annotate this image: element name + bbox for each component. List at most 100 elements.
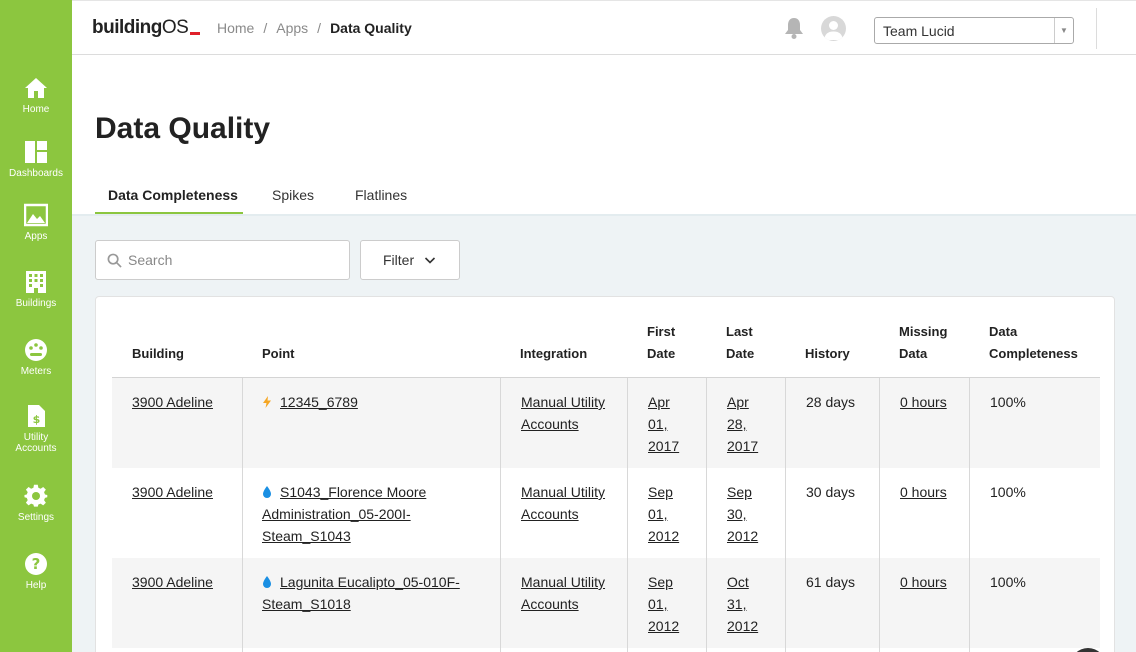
column-divider (879, 378, 880, 652)
breadcrumb-separator: / (263, 20, 268, 36)
column-header-point[interactable]: Point (262, 343, 295, 365)
building-icon (26, 271, 46, 293)
breadcrumb-apps[interactable]: Apps (276, 20, 308, 36)
filter-button[interactable]: Filter (360, 240, 460, 280)
logo-cursor-icon (190, 32, 201, 35)
integration-link[interactable]: Manual Utility Accounts (521, 394, 605, 432)
logo-text: building (92, 17, 162, 38)
sidebar-item-buildings[interactable]: Buildings (0, 270, 72, 309)
sidebar-item-help[interactable]: ? Help (0, 552, 72, 591)
water-drop-icon (263, 486, 271, 498)
completeness-value: 100% (990, 574, 1026, 590)
breadcrumb-separator: / (317, 20, 322, 36)
sidebar-item-label: Home (22, 104, 50, 115)
sidebar-item-label: Settings (17, 512, 55, 523)
point-link[interactable]: 12345_6789 (280, 394, 358, 410)
column-header-first-date[interactable]: First Date (647, 321, 687, 365)
column-divider (242, 378, 243, 652)
column-header-building[interactable]: Building (132, 343, 184, 365)
column-header-last-date[interactable]: Last Date (726, 321, 766, 365)
history-value: 61 days (806, 574, 856, 590)
search-icon (107, 253, 122, 268)
column-header-data-completeness[interactable]: Data Completeness (989, 321, 1089, 365)
column-divider (627, 378, 628, 652)
avatar[interactable] (821, 16, 846, 41)
last-date-link[interactable]: Oct 31, 2012 (727, 574, 758, 634)
sidebar-item-label: Buildings (15, 298, 57, 309)
apps-icon (24, 203, 48, 227)
column-header-missing-data[interactable]: Missing Data (899, 321, 959, 365)
search-box (95, 240, 350, 280)
chevron-down-icon (425, 257, 436, 264)
integration-link[interactable]: Manual Utility Accounts (521, 484, 605, 522)
page-header: Data Quality Data Completeness Spikes Fl… (72, 55, 1136, 216)
top-bar: buildingOS Home / Apps / Data Quality Te… (72, 0, 1136, 55)
tab-data-completeness[interactable]: Data Completeness (108, 187, 238, 203)
electricity-icon (263, 396, 271, 408)
building-link[interactable]: 3900 Adeline (132, 574, 213, 590)
sidebar-item-label: Apps (24, 231, 48, 242)
history-value: 30 days (806, 484, 856, 500)
utility-bill-icon: $ (28, 405, 45, 427)
water-drop-icon (263, 576, 271, 588)
notification-bell-icon[interactable] (782, 16, 806, 40)
filter-button-label: Filter (383, 252, 415, 268)
missing-data-link[interactable]: 0 hours (900, 484, 947, 500)
first-date-link[interactable]: Apr 01, 2017 (648, 394, 679, 454)
sidebar-item-label: Help (25, 580, 47, 591)
breadcrumb-home[interactable]: Home (217, 20, 254, 36)
team-select[interactable]: Team Lucid ▼ (874, 17, 1074, 44)
missing-data-link[interactable]: 0 hours (900, 574, 947, 590)
table-row: 3900 Adeline S1043_Florence Moore Admini… (112, 468, 1100, 558)
home-icon (25, 78, 47, 98)
team-select-value: Team Lucid (883, 23, 955, 39)
buildingos-logo[interactable]: buildingOS (92, 17, 201, 39)
completeness-value: 100% (990, 484, 1026, 500)
sidebar: Home Dashboards Apps Buildings Meters $ … (0, 0, 72, 652)
completeness-value: 100% (990, 394, 1026, 410)
building-link[interactable]: 3900 Adeline (132, 484, 213, 500)
sidebar-item-dashboards[interactable]: Dashboards (0, 140, 72, 179)
header-divider (72, 214, 1136, 216)
sidebar-item-apps[interactable]: Apps (0, 203, 72, 242)
meter-icon (25, 339, 47, 361)
chevron-down-icon: ▼ (1054, 18, 1073, 43)
logo-suffix: OS (161, 17, 189, 38)
sidebar-item-meters[interactable]: Meters (0, 338, 72, 377)
breadcrumb: Home / Apps / Data Quality (217, 20, 412, 36)
table-row: 3900 Adeline 12345_6789 Manual Utility A… (112, 378, 1100, 468)
breadcrumb-current: Data Quality (330, 20, 412, 36)
search-input[interactable] (128, 249, 338, 271)
first-date-link[interactable]: Sep 01, 2012 (648, 484, 679, 544)
data-completeness-table: Building Point Integration First Date La… (95, 296, 1115, 652)
user-avatar-icon (824, 21, 843, 40)
sidebar-item-home[interactable]: Home (0, 76, 72, 115)
help-icon: ? (25, 553, 47, 575)
topbar-divider (1096, 8, 1097, 49)
tab-flatlines[interactable]: Flatlines (355, 187, 407, 203)
missing-data-link[interactable]: 0 hours (900, 394, 947, 410)
gear-icon (24, 484, 48, 507)
integration-link[interactable]: Manual Utility Accounts (521, 574, 605, 612)
sidebar-item-label: Meters (20, 366, 52, 377)
sidebar-item-label: Utility Accounts (15, 432, 57, 454)
tab-spikes[interactable]: Spikes (272, 187, 314, 203)
point-link[interactable]: Lagunita Eucalipto_05-010F-Steam_S1018 (262, 574, 460, 612)
first-date-link[interactable]: Sep 01, 2012 (648, 574, 679, 634)
last-date-link[interactable]: Apr 28, 2017 (727, 394, 758, 454)
column-divider (785, 378, 786, 652)
last-date-link[interactable]: Sep 30, 2012 (727, 484, 758, 544)
column-divider (500, 378, 501, 652)
sidebar-item-utility-accounts[interactable]: $ Utility Accounts (0, 404, 72, 454)
point-link[interactable]: S1043_Florence Moore Administration_05-2… (262, 484, 426, 544)
building-link[interactable]: 3900 Adeline (132, 394, 213, 410)
column-header-integration[interactable]: Integration (520, 343, 587, 365)
column-header-history[interactable]: History (805, 343, 850, 365)
page-title: Data Quality (95, 112, 271, 145)
sidebar-item-label: Dashboards (9, 168, 63, 179)
table-row: 3900 Adeline Lagunita Eucalipto_05-010F-… (112, 558, 1100, 648)
svg-text:$: $ (33, 413, 41, 426)
sidebar-item-settings[interactable]: Settings (0, 484, 72, 523)
history-value: 28 days (806, 394, 856, 410)
column-divider (706, 378, 707, 652)
